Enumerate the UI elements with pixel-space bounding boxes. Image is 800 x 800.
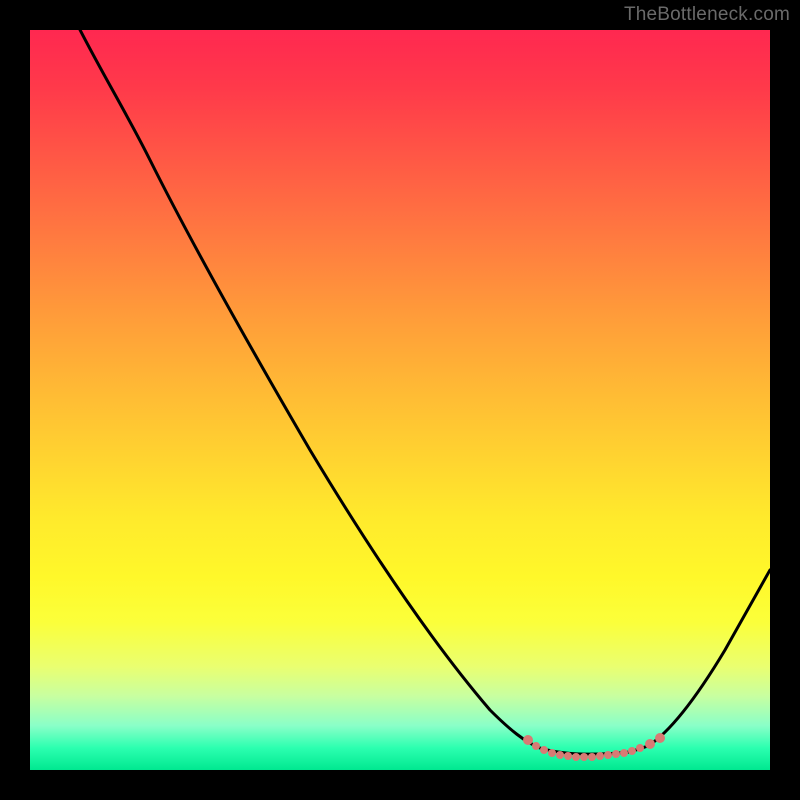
bottleneck-curve-path xyxy=(75,30,770,754)
chart-plot-area xyxy=(30,30,770,770)
highlight-minimum-dots xyxy=(523,733,665,761)
bottleneck-curve-svg xyxy=(30,30,770,770)
watermark-text: TheBottleneck.com xyxy=(624,4,790,26)
